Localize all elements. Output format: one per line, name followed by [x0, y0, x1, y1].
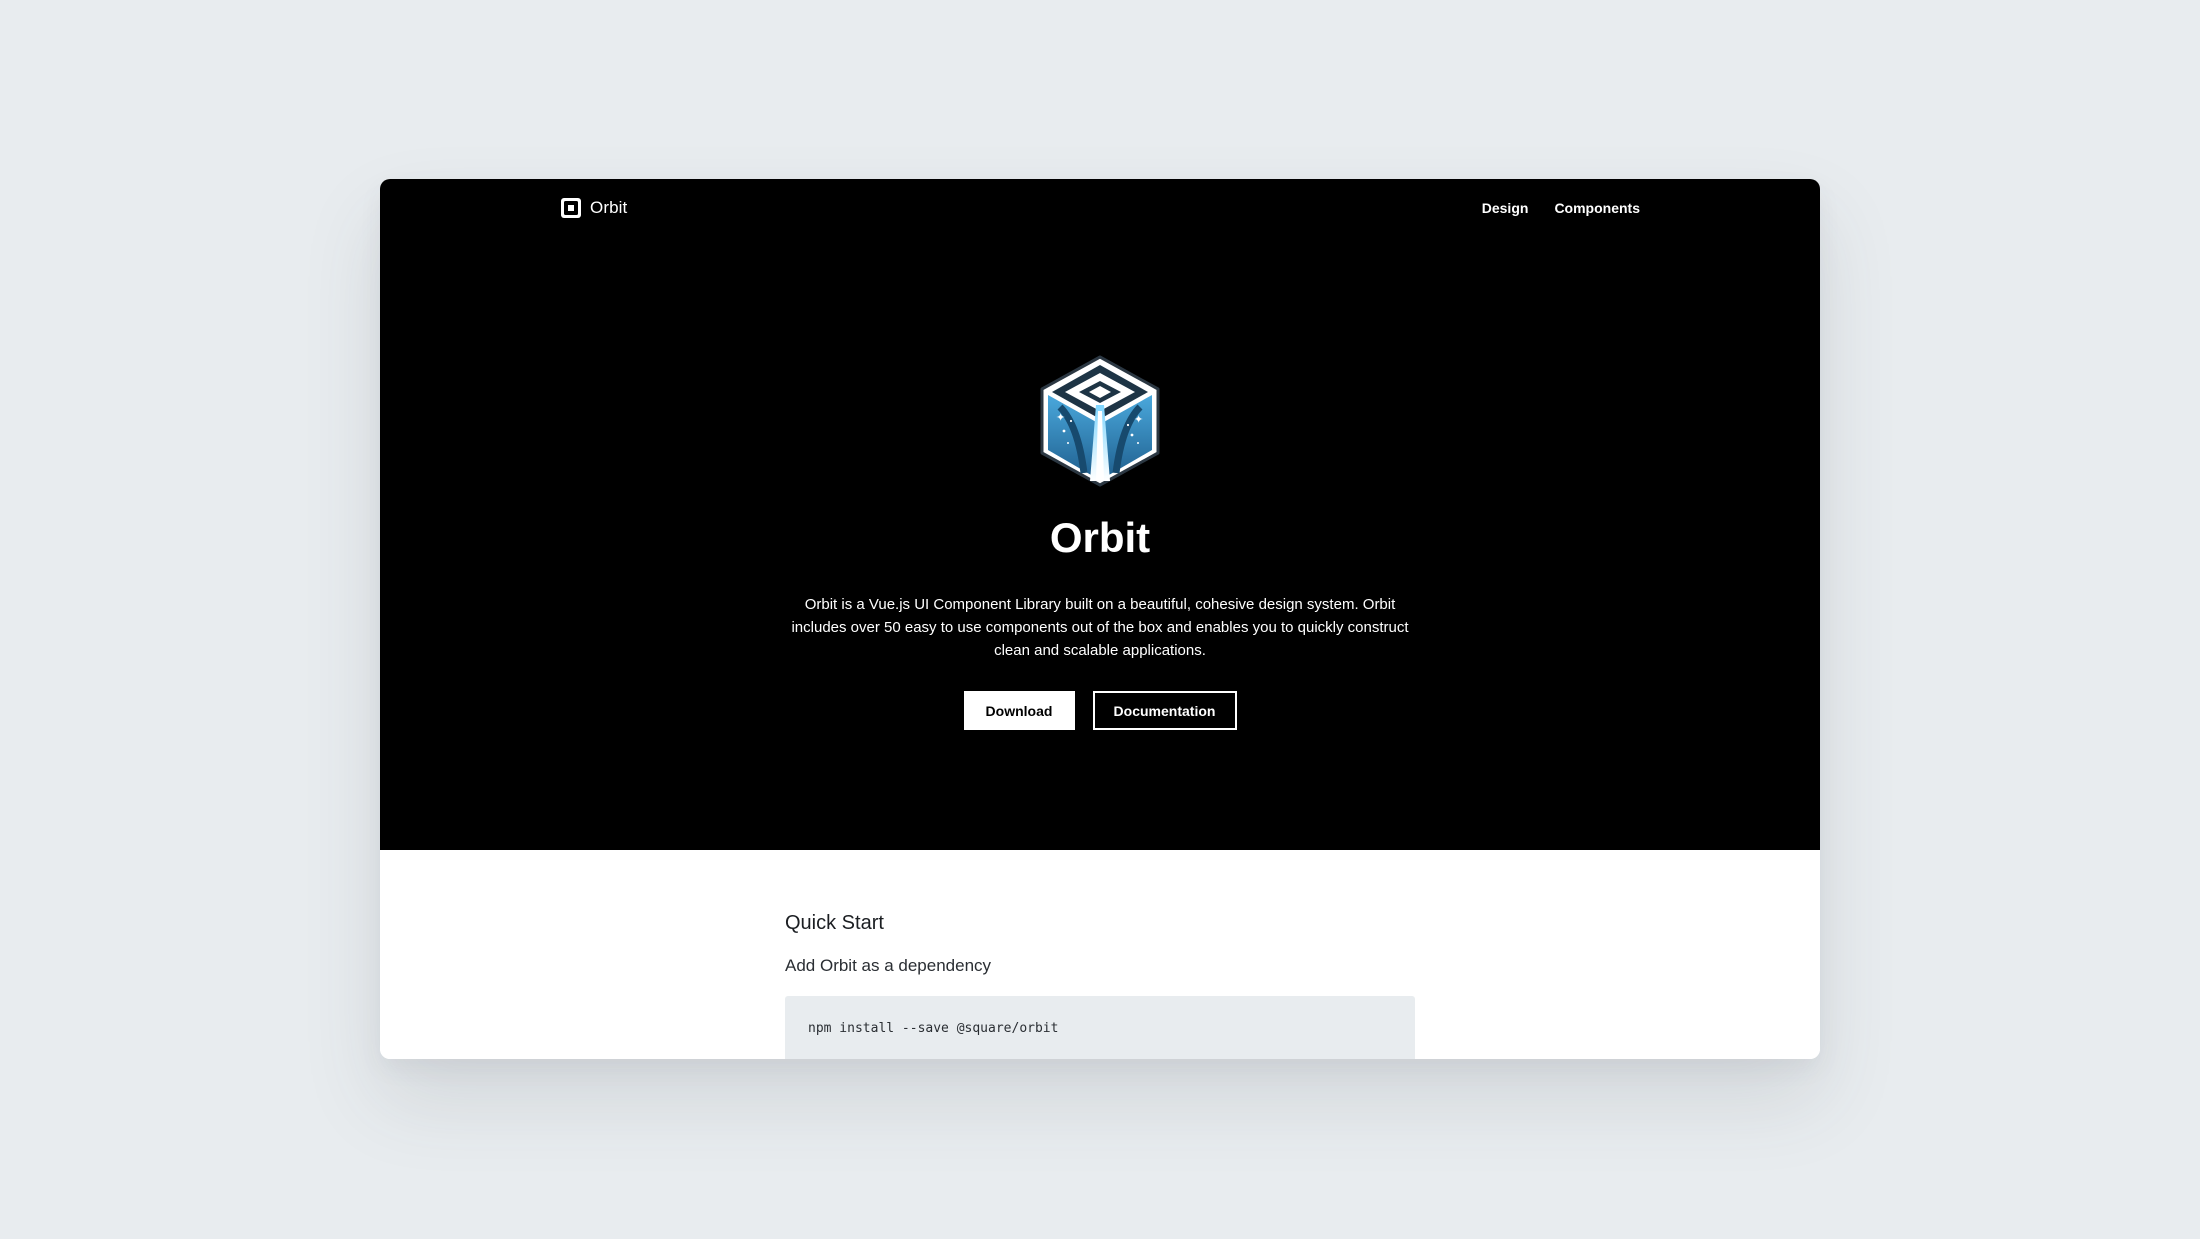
- install-command[interactable]: npm install --save @square/orbit: [808, 1021, 1058, 1036]
- brand-name: Orbit: [590, 198, 628, 217]
- install-code-block[interactable]: npm install --save @square/orbit: [785, 996, 1415, 1059]
- nav-link-design[interactable]: Design: [1482, 200, 1529, 216]
- download-button[interactable]: Download: [963, 691, 1075, 730]
- hero-description: Orbit is a Vue.js UI Component Library b…: [791, 596, 1409, 659]
- browser-window: Orbit Design Components ✦ ✦ Orbit Orbit …: [380, 179, 1820, 1059]
- hero-actions: Download Documentation: [380, 691, 1820, 730]
- svg-text:✦: ✦: [1056, 411, 1065, 424]
- orbit-hexagon-logo-icon: ✦ ✦: [1040, 355, 1160, 487]
- quick-start-section: Quick Start Add Orbit as a dependency np…: [380, 850, 1820, 1059]
- brand-link[interactable]: Orbit: [560, 195, 627, 221]
- nav-link-components[interactable]: Components: [1554, 200, 1640, 216]
- top-nav: Design Components: [1482, 195, 1640, 221]
- quick-start-subtitle: Add Orbit as a dependency: [785, 956, 992, 975]
- hero-title: Orbit: [1049, 514, 1151, 561]
- quick-start-title: Quick Start: [785, 912, 884, 934]
- svg-text:✦: ✦: [1134, 413, 1143, 426]
- orbit-square-icon: [561, 198, 581, 218]
- documentation-button[interactable]: Documentation: [1092, 691, 1237, 730]
- hero-section: Orbit Design Components ✦ ✦ Orbit Orbit …: [380, 179, 1820, 850]
